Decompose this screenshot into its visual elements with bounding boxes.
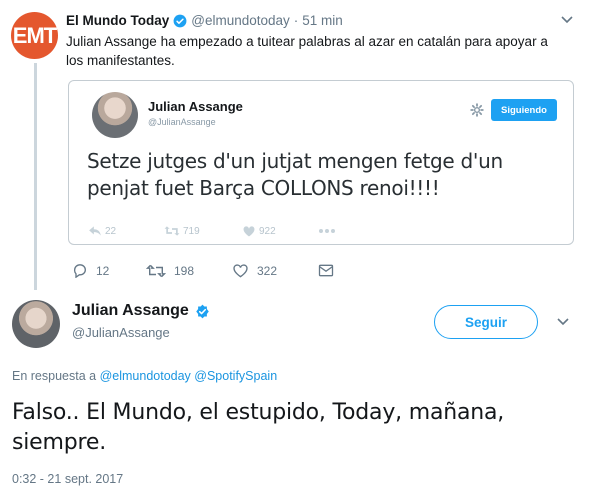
tweet-text: Falso.. El Mundo, el estupido, Today, ma… <box>12 400 505 455</box>
reply-icon <box>73 264 86 278</box>
embedded-retweet: 719 <box>164 225 242 237</box>
embedded-like-count: 922 <box>259 225 276 237</box>
embedded-action-bar: 22 719 922 <box>88 225 336 237</box>
tweet-action-bar: 12 198 322 <box>72 263 334 278</box>
author-name[interactable]: El Mundo Today <box>66 13 169 28</box>
embedded-reply-count: 22 <box>105 225 117 237</box>
like-count: 322 <box>257 263 278 278</box>
reply-context-label: En respuesta a <box>12 369 97 383</box>
reply-count: 12 <box>96 263 110 278</box>
retweet-count: 198 <box>174 263 195 278</box>
gear-icon <box>470 103 484 117</box>
retweet-button[interactable]: 198 <box>146 264 232 278</box>
author-name[interactable]: Julian Assange <box>72 302 189 320</box>
heart-icon <box>243 226 255 237</box>
reply-user-link[interactable]: @elmundotoday <box>100 369 191 383</box>
embedded-following-button: Siguiendo <box>491 99 557 121</box>
avatar[interactable] <box>12 300 60 348</box>
retweet-icon <box>164 226 180 236</box>
author-handle[interactable]: @JulianAssange <box>72 325 170 340</box>
separator-dot: · <box>293 13 299 28</box>
more-icon <box>318 228 336 234</box>
embedded-retweet-count: 719 <box>183 225 200 237</box>
author-handle[interactable]: @elmundotoday <box>191 13 290 28</box>
follow-button[interactable]: Seguir <box>434 305 538 339</box>
embedded-author-handle: @JulianAssange <box>148 117 216 127</box>
tweet-menu-chevron-down-icon[interactable] <box>560 12 574 26</box>
verified-badge-icon <box>196 304 209 318</box>
embedded-tweet-text: Setze jutges d'un jutjat mengen fetge d'… <box>87 149 503 200</box>
embedded-like: 922 <box>242 225 318 237</box>
embedded-avatar <box>92 92 138 138</box>
reply-user-link[interactable]: @SpotifySpain <box>194 369 277 383</box>
embedded-author-name: Julian Assange <box>148 99 243 114</box>
envelope-icon <box>318 264 334 277</box>
tweet-menu-chevron-down-icon[interactable] <box>556 314 570 328</box>
avatar[interactable]: EMT <box>11 12 58 59</box>
reply-icon <box>89 226 101 236</box>
thread-connector-line <box>34 63 37 290</box>
tweet-header: El Mundo Today @elmundotoday · 51 min <box>66 13 343 28</box>
verified-badge-icon <box>173 14 187 27</box>
heart-icon <box>233 264 248 278</box>
tweet-text: Julian Assange ha empezado a tuitear pal… <box>66 34 548 68</box>
direct-message-button[interactable] <box>318 264 334 277</box>
tweet-time[interactable]: 51 min <box>302 13 343 28</box>
like-button[interactable]: 322 <box>232 263 318 278</box>
author-name-row: Julian Assange <box>72 302 210 320</box>
tweet-timestamp[interactable]: 0:32 - 21 sept. 2017 <box>12 472 123 486</box>
retweet-icon <box>146 264 166 277</box>
embedded-reply: 22 <box>88 225 164 237</box>
reply-button[interactable]: 12 <box>72 263 146 278</box>
avatar-logo-text: EMT <box>12 22 57 48</box>
reply-context: En respuesta a @elmundotoday @SpotifySpa… <box>12 369 277 383</box>
